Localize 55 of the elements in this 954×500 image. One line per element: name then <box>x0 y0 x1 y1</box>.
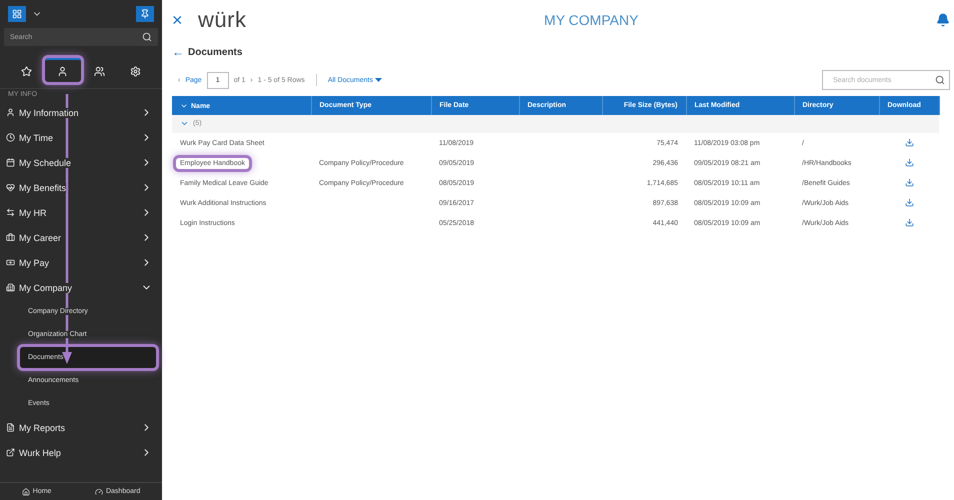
people-icon <box>94 66 105 76</box>
clock-icon <box>6 133 15 142</box>
person-icon <box>57 66 68 76</box>
back-button[interactable]: ← <box>172 45 184 59</box>
caret-icon <box>374 78 382 82</box>
download-icon[interactable] <box>904 178 914 186</box>
briefcase-icon <box>6 233 15 242</box>
gauge-icon <box>94 488 103 496</box>
item-label: My HR <box>19 208 46 218</box>
logo: würk <box>198 7 246 33</box>
heart-icon <box>6 183 15 192</box>
sidebar-item[interactable]: My Pay <box>0 250 162 275</box>
swap-icon <box>6 208 15 217</box>
star-icon <box>20 66 32 76</box>
sidebar-item[interactable]: My HR <box>0 200 162 225</box>
sidebar-item[interactable]: My Time <box>0 125 162 150</box>
app-menu-button[interactable] <box>8 6 26 22</box>
item-label: My Schedule <box>19 158 72 168</box>
pin-icon <box>140 9 150 19</box>
page-title: Documents <box>188 46 242 58</box>
pin-button[interactable] <box>136 6 154 22</box>
page-header-title: MY COMPANY <box>543 12 640 28</box>
settings-icon <box>130 66 142 76</box>
search-icon <box>142 32 152 42</box>
item-label: My Information <box>19 108 79 118</box>
sidebar-item[interactable]: My Career <box>0 225 162 250</box>
external-link-icon <box>6 448 15 457</box>
download-icon[interactable] <box>904 138 914 146</box>
grid-icon <box>12 9 22 19</box>
item-label: My Company <box>19 282 72 292</box>
building-icon <box>6 283 15 292</box>
download-icon[interactable] <box>904 198 914 206</box>
download-icon[interactable] <box>904 218 914 226</box>
home-icon <box>22 488 30 496</box>
close-button[interactable]: × <box>172 10 198 30</box>
item-label: My Career <box>19 232 62 242</box>
money-icon <box>6 258 15 267</box>
sidebar-item[interactable]: My Schedule <box>0 150 162 175</box>
sidebar-item[interactable]: My Benefits <box>0 175 162 200</box>
bell-icon[interactable] <box>936 13 950 27</box>
sidebar-item[interactable]: My Company <box>0 275 162 300</box>
download-icon[interactable] <box>904 158 914 166</box>
search-icon <box>935 75 945 85</box>
item-label: My Benefits <box>19 182 66 192</box>
person-icon <box>6 108 15 117</box>
calendar-icon <box>6 158 15 167</box>
sidebar-item[interactable]: My Reports <box>0 415 162 440</box>
item-label: My Pay <box>19 258 50 268</box>
item-label: Wurk Help <box>19 448 61 458</box>
sidebar-item[interactable]: Wurk Help <box>0 440 162 465</box>
document-icon <box>6 423 15 432</box>
item-label: My Reports <box>19 422 66 432</box>
sidebar-tab[interactable] <box>44 58 81 82</box>
item-label: My Time <box>19 132 54 142</box>
sidebar-item[interactable]: My Information <box>0 100 162 125</box>
